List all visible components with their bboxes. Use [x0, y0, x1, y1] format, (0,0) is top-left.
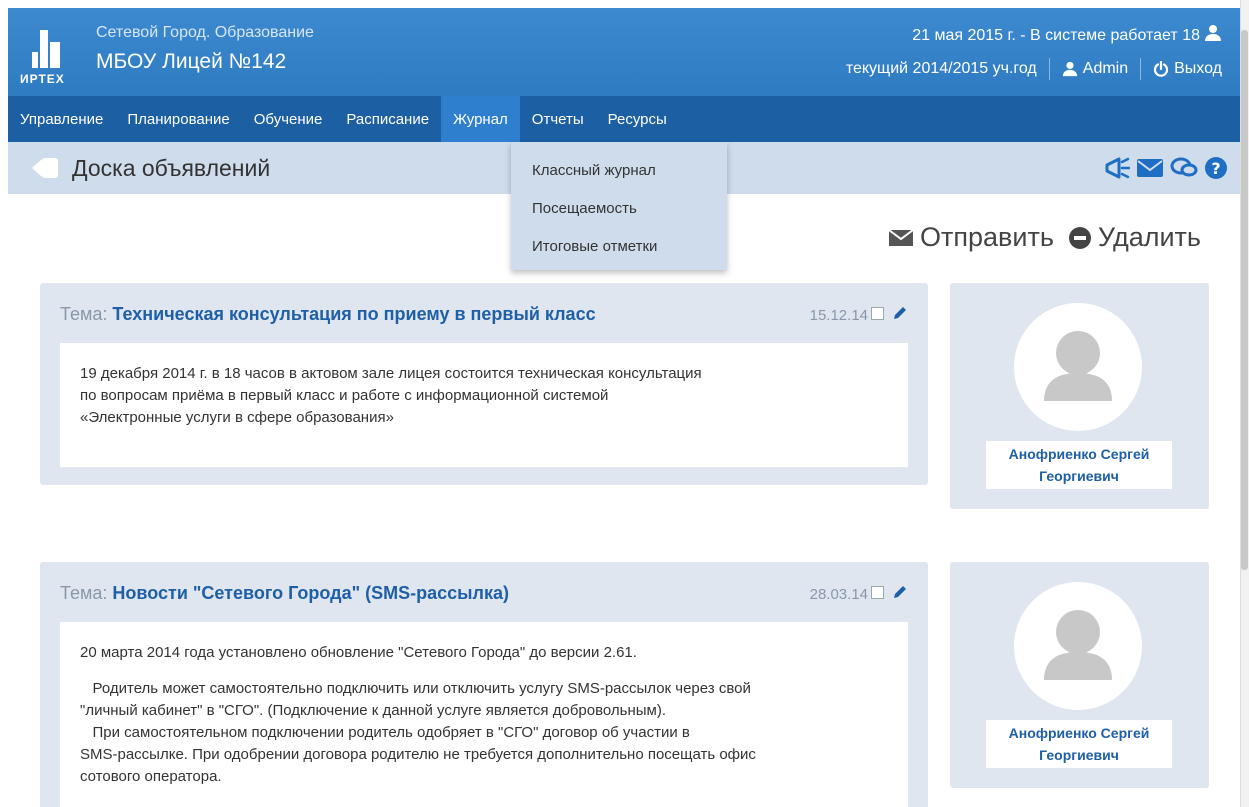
post-text-line: При самостоятельном подключении родитель…	[80, 724, 690, 741]
nav-item-resources[interactable]: Ресурсы	[596, 96, 679, 142]
logo-text: ИРТЕХ	[20, 72, 65, 86]
user-name: Admin	[1082, 60, 1129, 77]
post-title-link[interactable]: Новости "Сетевого Города" (SMS-рассылка)	[112, 583, 509, 603]
nav-item-learning[interactable]: Обучение	[242, 96, 335, 142]
post-select-checkbox[interactable]	[871, 307, 884, 320]
main-nav: Управление Планирование Обучение Расписа…	[8, 96, 1240, 142]
post-text-line: 19 декабря 2014 г. в 18 часов в актовом …	[80, 365, 702, 382]
org-subtitle: Сетевой Город. Образование	[96, 24, 314, 41]
avatar	[1014, 303, 1142, 431]
logout-label: Выход	[1174, 60, 1222, 77]
post-text-line: Родитель может самостоятельно подключить…	[80, 680, 751, 697]
post-body: 19 декабря 2014 г. в 18 часов в актовом …	[60, 343, 908, 467]
announcement-card: Тема: Техническая консультация по приему…	[40, 283, 928, 485]
post-text-line: 20 марта 2014 года установлено обновлени…	[80, 644, 637, 661]
user-icon	[1062, 61, 1077, 77]
help-icon[interactable]: ?	[1204, 156, 1228, 185]
chat-icon[interactable]	[1170, 156, 1198, 185]
page-title: Доска объявлений	[72, 155, 271, 181]
header-user-bar: текущий 2014/2015 уч.год Admin Выход	[846, 58, 1222, 80]
theme-label: Тема:	[60, 304, 108, 324]
post-text-spacer	[80, 664, 888, 678]
org-name: МБОУ Лицей №142	[96, 50, 287, 73]
post-title-link[interactable]: Техническая консультация по приему в пер…	[112, 304, 595, 324]
scrollbar-thumb[interactable]	[1241, 30, 1248, 570]
mail-icon[interactable]	[1136, 156, 1164, 185]
announcement-card: Тема: Новости "Сетевого Города" (SMS-рас…	[40, 562, 928, 807]
nav-item-planning[interactable]: Планирование	[115, 96, 241, 142]
journal-dropdown-menu: Классный журнал Посещаемость Итоговые от…	[511, 142, 727, 270]
author-card: Анофриенко Сергей Георгиевич	[950, 283, 1209, 509]
theme-label: Тема:	[60, 583, 108, 603]
page-scrollbar[interactable]	[1240, 0, 1249, 807]
post-theme: Тема: Новости "Сетевого Города" (SMS-рас…	[60, 583, 509, 604]
nav-item-schedule[interactable]: Расписание	[334, 96, 441, 142]
delete-button[interactable]: Удалить	[1068, 222, 1201, 253]
delete-label: Удалить	[1097, 222, 1201, 252]
pencil-icon[interactable]	[892, 584, 908, 605]
post-text-line: по вопросам приёма в первый класс и рабо…	[80, 387, 609, 404]
logout-button[interactable]: Выход	[1153, 60, 1222, 78]
nav-item-reports[interactable]: Отчеты	[520, 96, 596, 142]
school-year: текущий 2014/2015 уч.год	[845, 60, 1037, 77]
post-date: 15.12.14	[809, 307, 868, 324]
user-menu-button[interactable]: Admin	[1062, 60, 1128, 78]
post-text-line: SMS-рассылке. При одобрении договора род…	[80, 746, 756, 763]
menu-item-final-grades[interactable]: Итоговые отметки	[511, 228, 727, 266]
author-card: Анофриенко Сергей Георгиевич	[950, 562, 1209, 788]
minus-circle-icon	[1068, 226, 1091, 249]
menu-item-class-journal[interactable]: Классный журнал	[511, 152, 727, 190]
nav-item-management[interactable]: Управление	[8, 96, 115, 142]
post-date: 28.03.14	[809, 586, 868, 603]
post-select-checkbox[interactable]	[871, 586, 884, 599]
avatar	[1014, 582, 1142, 710]
power-icon	[1154, 61, 1169, 77]
action-bar: Отправить Удалить	[888, 222, 1201, 253]
svg-text:?: ?	[1211, 159, 1220, 178]
app-header: ИРТЕХ Сетевой Город. Образование МБОУ Ли…	[8, 8, 1240, 96]
megaphone-icon[interactable]	[1104, 156, 1131, 185]
status-text: 21 мая 2015 г. - В системе работает 18	[912, 26, 1200, 44]
author-name-link[interactable]: Анофриенко Сергей Георгиевич	[986, 441, 1172, 489]
titlebar-icons: ?	[1104, 156, 1228, 185]
author-name-link[interactable]: Анофриенко Сергей Георгиевич	[986, 720, 1172, 768]
send-button[interactable]: Отправить	[888, 222, 1054, 253]
nav-item-journal[interactable]: Журнал	[441, 96, 520, 142]
menu-item-attendance[interactable]: Посещаемость	[511, 190, 727, 228]
post-theme: Тема: Техническая консультация по приему…	[60, 304, 596, 325]
post-text-line: "личный кабинет" в "СГО". (Подключение к…	[80, 702, 667, 719]
user-icon[interactable]	[1204, 24, 1222, 47]
online-status: 21 мая 2015 г. - В системе работает 18	[912, 24, 1222, 47]
post-body: 20 марта 2014 года установлено обновлени…	[60, 622, 908, 807]
post-text-line: «Электронные услуги в сфере образования»	[80, 409, 394, 426]
irtech-logo[interactable]: ИРТЕХ	[18, 22, 78, 86]
pencil-icon[interactable]	[892, 305, 908, 326]
envelope-icon	[888, 228, 914, 246]
back-arrow-icon[interactable]	[30, 155, 60, 186]
post-text-line: сотового оператора.	[80, 768, 222, 785]
send-label: Отправить	[920, 222, 1054, 252]
